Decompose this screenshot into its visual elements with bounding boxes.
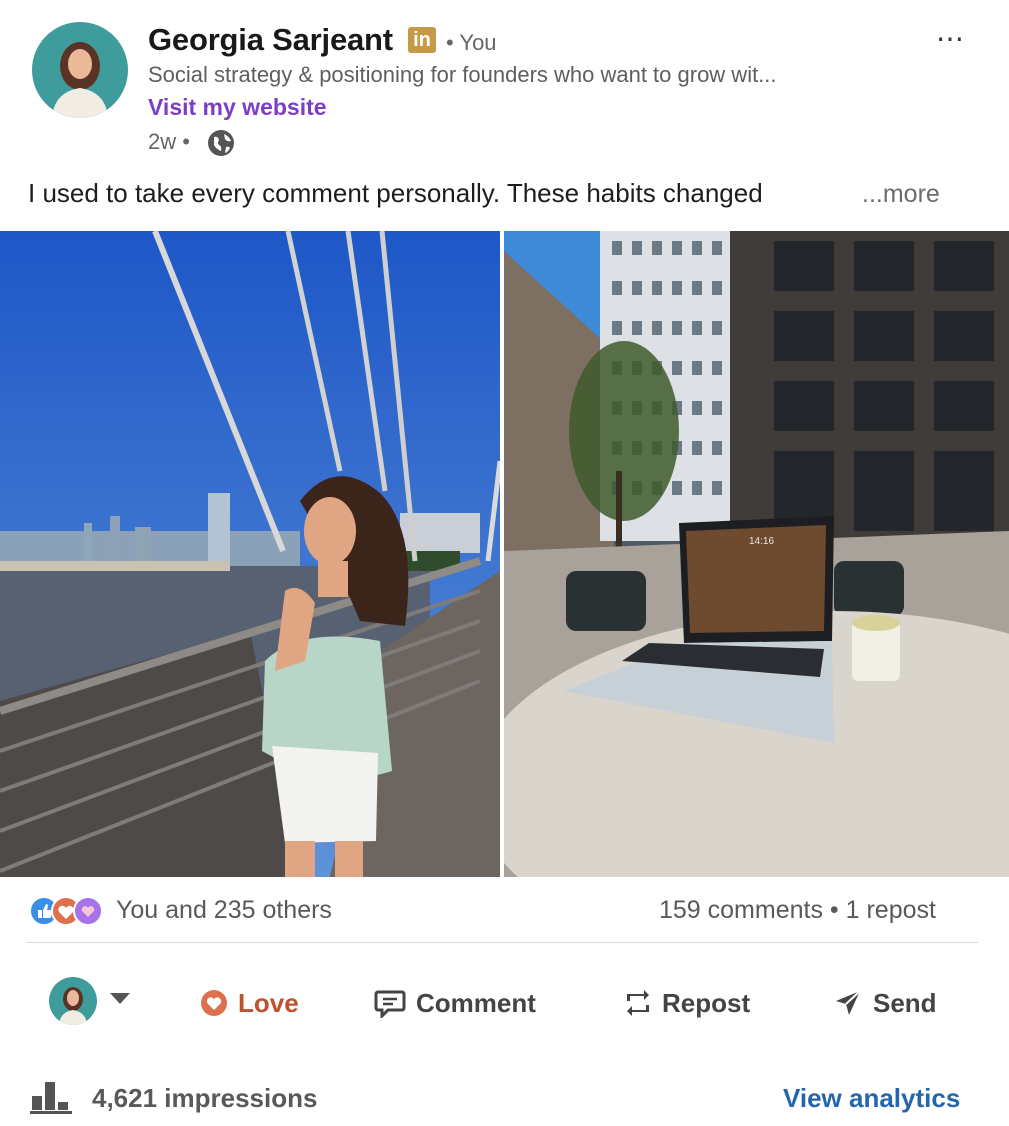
send-icon bbox=[836, 990, 861, 1015]
comment-button[interactable]: Comment bbox=[374, 983, 536, 1023]
send-label: Send bbox=[873, 987, 937, 1018]
comment-icon bbox=[374, 990, 406, 1018]
actor-avatar[interactable] bbox=[49, 977, 97, 1025]
love-label: Love bbox=[238, 987, 299, 1018]
globe-icon bbox=[206, 128, 236, 158]
love-reaction-icon bbox=[201, 990, 227, 1016]
author-name[interactable]: Georgia Sarjeant bbox=[148, 22, 393, 58]
comment-label: Comment bbox=[416, 987, 536, 1018]
author-avatar[interactable] bbox=[32, 22, 128, 118]
visit-website-link[interactable]: Visit my website bbox=[148, 94, 327, 121]
reaction-icons[interactable] bbox=[28, 895, 104, 927]
repost-icon bbox=[627, 990, 649, 1016]
comments-repost-count[interactable]: 159 comments • 1 repost bbox=[659, 896, 936, 925]
impressions-count: 4,621 impressions bbox=[92, 1083, 318, 1113]
relation-label: • You bbox=[446, 30, 497, 55]
bridge-photo[interactable] bbox=[0, 231, 500, 877]
linkedin-premium-badge: in bbox=[408, 27, 436, 53]
see-more-link[interactable]: ...more bbox=[862, 180, 940, 209]
repost-button[interactable]: Repost bbox=[624, 983, 750, 1023]
repost-label: Repost bbox=[662, 987, 751, 1018]
bar-chart-icon bbox=[30, 1078, 72, 1114]
author-headline: Social strategy & positioning for founde… bbox=[148, 62, 777, 87]
laptop-photo[interactable]: 14:16 bbox=[504, 231, 1009, 877]
laptop-clock: 14:16 bbox=[749, 536, 774, 547]
view-analytics-link[interactable]: View analytics bbox=[783, 1083, 960, 1114]
reactions-count[interactable]: You and 235 others bbox=[116, 896, 332, 925]
more-options-icon[interactable]: ⋯ bbox=[936, 22, 965, 55]
post-time: 2w • bbox=[148, 129, 190, 154]
divider bbox=[26, 942, 978, 943]
chevron-down-icon[interactable] bbox=[110, 993, 130, 1004]
love-button[interactable]: Love bbox=[200, 983, 299, 1023]
post-body-text: I used to take every comment personally.… bbox=[28, 178, 763, 208]
send-button[interactable]: Send bbox=[833, 983, 937, 1023]
